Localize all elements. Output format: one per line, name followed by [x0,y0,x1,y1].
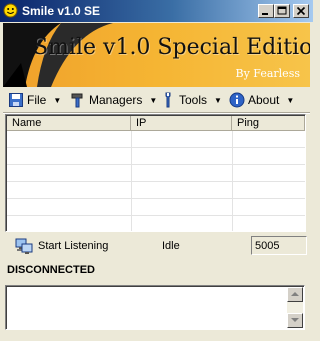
header-banner: Smile v1.0 Special Edition By Fearless [3,23,310,87]
column-header-ping[interactable]: Ping [232,116,305,131]
connection-status: DISCONNECTED [7,264,96,276]
dropdown-arrow-icon: ▼ [214,95,222,105]
close-button[interactable] [293,4,309,18]
banner-title: Smile v1.0 Special Edition [33,35,310,60]
menu-tools-label: Tools [179,93,208,107]
menu-file-label: File [27,93,47,107]
window-title: Smile v1.0 SE [22,4,101,18]
minimize-button[interactable] [258,4,274,18]
table-header: Name IP Ping [7,116,305,131]
scroll-up-icon [291,292,299,296]
menu-file[interactable]: File ▼ [8,91,61,109]
menu-managers-label: Managers [89,93,143,107]
menu-about[interactable]: About ▼ [229,91,294,109]
table-body [7,131,305,231]
smiley-icon [3,3,18,18]
menu-managers[interactable]: Managers ▼ [70,91,157,109]
scroll-down-button[interactable] [287,313,303,328]
table-row [7,165,305,182]
dropdown-arrow-icon: ▼ [149,95,158,105]
column-header-ip[interactable]: IP [131,116,232,131]
network-listen-icon[interactable] [15,238,33,254]
vertical-scrollbar[interactable] [287,287,303,328]
menu-about-label: About [248,93,280,107]
maximize-icon [277,6,287,15]
scroll-up-button[interactable] [287,287,303,302]
table-row [7,148,305,165]
clients-table[interactable]: Name IP Ping [5,114,306,232]
info-icon [229,92,245,108]
save-icon [9,93,23,107]
wrench-icon [165,92,171,108]
dropdown-arrow-icon: ▼ [286,95,295,105]
maximize-button[interactable] [274,4,290,18]
close-icon [296,6,306,16]
menu-tools[interactable]: Tools ▼ [160,91,222,109]
app-window: Smile v1.0 SE Smile v1.0 Special Edition… [0,0,313,341]
table-row [7,131,305,148]
table-row [7,216,305,231]
title-bar[interactable]: Smile v1.0 SE [0,0,313,22]
dropdown-arrow-icon: ▼ [53,95,62,105]
minimize-icon [262,13,268,15]
hammer-icon [71,93,83,108]
log-textarea[interactable] [5,285,305,330]
column-header-name[interactable]: Name [7,116,131,131]
scroll-down-icon [291,318,299,322]
start-listening-button[interactable]: Start Listening [38,240,108,252]
table-row [7,182,305,199]
table-row [7,199,305,216]
listener-state: Idle [162,240,180,252]
port-input[interactable] [251,236,307,255]
banner-subtitle: By Fearless [235,67,300,80]
menu-toolbar: File ▼ Managers ▼ Tools ▼ About ▼ [3,89,310,111]
status-row: Start Listening Idle [3,236,310,256]
